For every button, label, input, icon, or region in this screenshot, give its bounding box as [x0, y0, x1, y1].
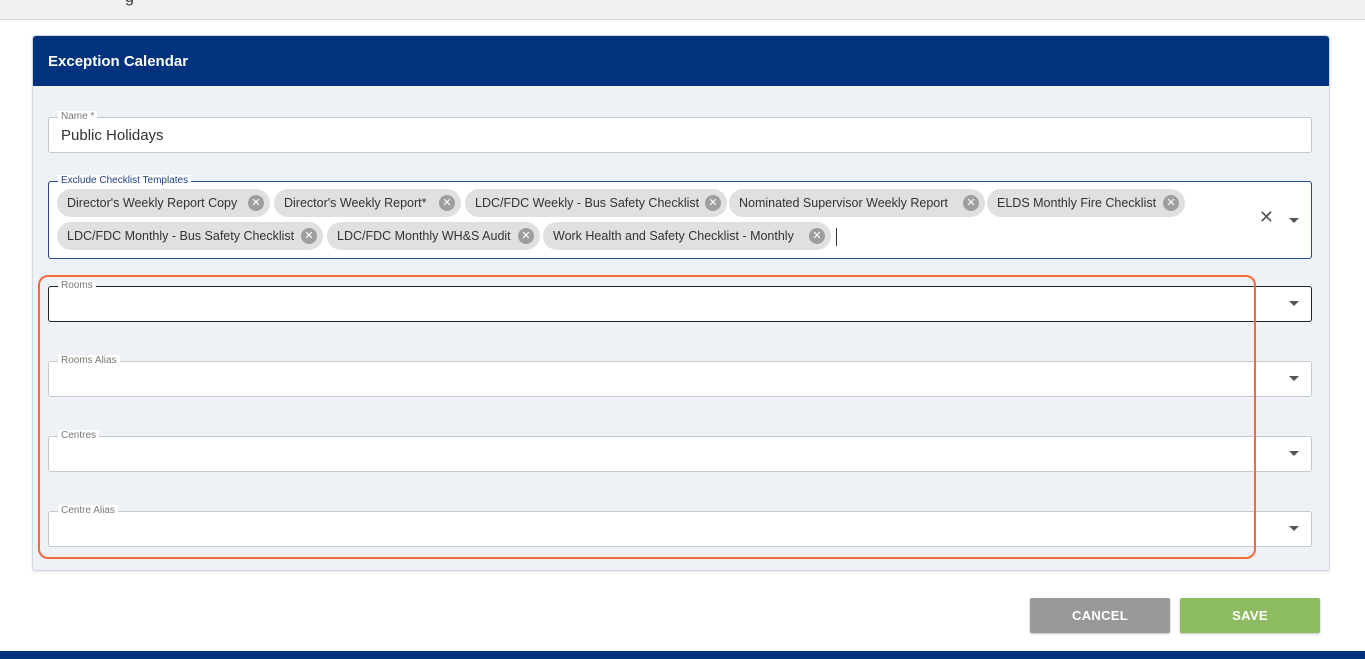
highlight-annotation-box: [38, 275, 1256, 559]
top-bar-title: g: [125, 0, 134, 7]
template-chip: Nominated Supervisor Weekly Report ✕: [729, 189, 985, 217]
text-cursor: [836, 228, 837, 246]
chevron-down-icon[interactable]: [1289, 301, 1299, 306]
template-chip: Director's Weekly Report* ✕: [274, 189, 461, 217]
top-bar: g: [0, 0, 1365, 20]
chip-label: ELDS Monthly Fire Checklist: [997, 196, 1157, 210]
template-chip: LDC/FDC Monthly - Bus Safety Checklist ✕: [57, 222, 323, 250]
template-chip: LDC/FDC Weekly - Bus Safety Checklist ✕: [465, 189, 727, 217]
cancel-circle-icon[interactable]: ✕: [439, 195, 455, 211]
cancel-circle-icon[interactable]: ✕: [301, 228, 317, 244]
name-field[interactable]: Name * Public Holidays: [48, 111, 1312, 153]
exclude-templates-label: Exclude Checklist Templates: [58, 175, 192, 187]
chip-label: Director's Weekly Report Copy: [67, 196, 238, 210]
chip-label: LDC/FDC Monthly - Bus Safety Checklist: [67, 229, 295, 243]
cancel-circle-icon[interactable]: ✕: [705, 195, 721, 211]
footer-bar: [0, 651, 1365, 659]
template-chip: LDC/FDC Monthly WH&S Audit ✕: [327, 222, 540, 250]
chip-label: LDC/FDC Monthly WH&S Audit: [337, 229, 511, 243]
chevron-down-icon[interactable]: [1289, 218, 1299, 223]
chevron-down-icon[interactable]: [1289, 451, 1299, 456]
cancel-circle-icon[interactable]: ✕: [809, 228, 825, 244]
cancel-circle-icon[interactable]: ✕: [248, 195, 264, 211]
cancel-circle-icon[interactable]: ✕: [963, 195, 979, 211]
template-chip: Work Health and Safety Checklist - Month…: [543, 222, 831, 250]
template-chip: Director's Weekly Report Copy ✕: [57, 189, 270, 217]
chip-label: Work Health and Safety Checklist - Month…: [553, 229, 794, 243]
name-field-label: Name *: [58, 111, 98, 123]
card-title: Exception Calendar: [48, 53, 189, 70]
cancel-circle-icon[interactable]: ✕: [1163, 195, 1179, 211]
chip-label: LDC/FDC Weekly - Bus Safety Checklist: [475, 196, 700, 210]
name-field-value: Public Holidays: [61, 127, 164, 144]
save-button[interactable]: SAVE: [1180, 598, 1320, 633]
cancel-circle-icon[interactable]: ✕: [518, 228, 534, 244]
cancel-button[interactable]: CANCEL: [1030, 598, 1170, 633]
template-chip: ELDS Monthly Fire Checklist ✕: [987, 189, 1185, 217]
chevron-down-icon[interactable]: [1289, 376, 1299, 381]
close-icon[interactable]: ✕: [1259, 208, 1274, 226]
chip-label: Nominated Supervisor Weekly Report: [739, 196, 948, 210]
chip-label: Director's Weekly Report*: [284, 196, 427, 210]
chevron-down-icon[interactable]: [1289, 526, 1299, 531]
card-header: Exception Calendar: [33, 36, 1329, 86]
exclude-templates-field[interactable]: Exclude Checklist Templates Director's W…: [48, 175, 1312, 259]
